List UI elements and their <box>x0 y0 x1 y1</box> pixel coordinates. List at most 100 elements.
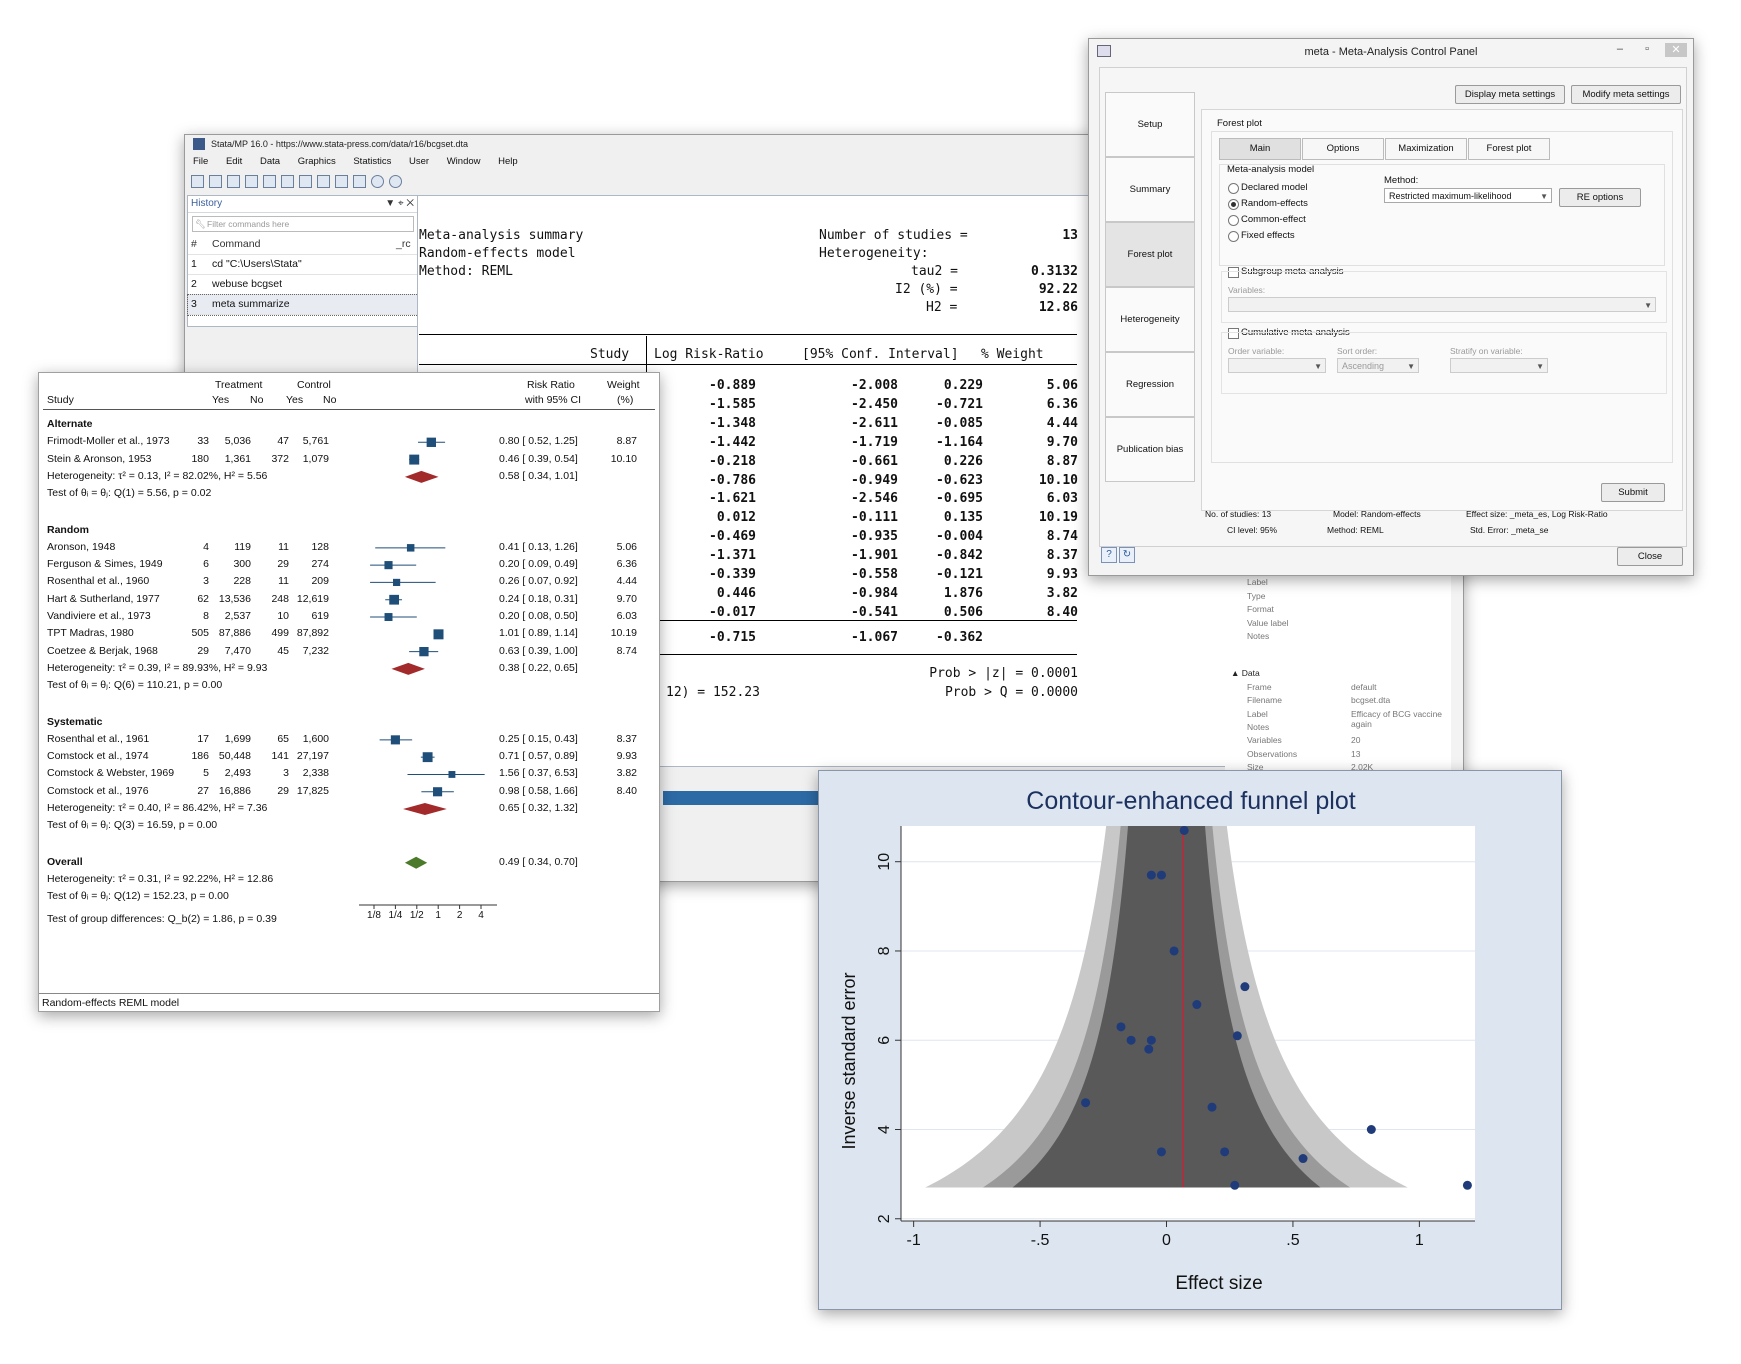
help-icon[interactable]: ? <box>1101 547 1117 563</box>
treatment-no: 7,470 <box>224 644 251 657</box>
graph-icon[interactable] <box>281 174 294 188</box>
data-point <box>1126 1035 1136 1045</box>
nav-forest-plot[interactable]: Forest plot <box>1105 222 1195 287</box>
result-cell: -0.661 <box>851 453 898 469</box>
menu-help[interactable]: Help <box>498 156 518 167</box>
sort-select[interactable]: Ascending ▼ <box>1337 358 1419 373</box>
study-marker <box>433 629 444 640</box>
menu-data[interactable]: Data <box>260 156 280 167</box>
tab-main[interactable]: Main <box>1219 138 1301 160</box>
nav-setup[interactable]: Setup <box>1105 92 1195 157</box>
group-label: Alternate <box>47 418 93 430</box>
order-select[interactable]: ▼ <box>1228 358 1326 373</box>
nav-regression[interactable]: Regression <box>1105 352 1195 417</box>
study-name: Ferguson & Simes, 1949 <box>47 558 163 571</box>
print-icon[interactable] <box>227 174 240 188</box>
x-tick-label: .5 <box>1286 1232 1299 1249</box>
display-meta-settings-button[interactable]: Display meta settings <box>1455 85 1565 104</box>
data-point <box>1240 982 1250 992</box>
x-tick-label: 2 <box>456 910 463 921</box>
variables-select[interactable]: ▼ <box>1228 297 1656 312</box>
study-name: Frimodt-Moller et al., 1973 <box>47 435 170 448</box>
pane-controls-icon[interactable]: ▼ ⌖ ✕ <box>385 196 414 212</box>
save-icon[interactable] <box>209 174 222 188</box>
section-title: Forest plot <box>1217 118 1262 129</box>
maximize-button[interactable]: ▫ <box>1645 43 1649 55</box>
submit-button[interactable]: Submit <box>1601 483 1665 502</box>
study-marker <box>426 437 436 447</box>
property-value: 20 <box>1351 735 1361 746</box>
menu-user[interactable]: User <box>409 156 429 167</box>
menu-window[interactable]: Window <box>447 156 481 167</box>
data-section-header[interactable]: ▲ Data <box>1231 668 1260 678</box>
history-row-selected[interactable]: 3 meta summarize <box>187 294 419 316</box>
scrollbar[interactable] <box>1451 575 1463 775</box>
treatment-yes: 8 <box>203 610 209 623</box>
treatment-no: 228 <box>233 575 251 588</box>
menu-file[interactable]: File <box>193 156 208 167</box>
method-select[interactable]: Restricted maximum-likelihood ▼ <box>1384 188 1552 203</box>
col-weight: % Weight <box>981 347 1044 362</box>
menu-graphics[interactable]: Graphics <box>298 156 336 167</box>
modify-meta-settings-button[interactable]: Modify meta settings <box>1571 85 1681 104</box>
variables-manager-icon[interactable] <box>353 174 366 188</box>
y-tick-label: 4 <box>876 1125 893 1134</box>
result-cell: 0.229 <box>943 378 983 393</box>
tab-forest-plot[interactable]: Forest plot <box>1468 138 1550 160</box>
result-cell: -0.004 <box>936 529 983 545</box>
data-point <box>1156 1147 1166 1157</box>
do-file-editor-icon[interactable] <box>299 174 312 188</box>
result-cell: -0.889 <box>709 378 756 393</box>
study-weight: 6.36 <box>616 558 637 571</box>
col-ci: [95% Conf. Interval] <box>802 347 959 362</box>
close-button[interactable]: Close <box>1617 547 1683 566</box>
log-icon[interactable] <box>245 174 258 188</box>
col-rc[interactable]: _rc <box>396 235 418 254</box>
risk-ratio-ci: 0.71 [ 0.57, 0.89] <box>499 750 578 763</box>
study-marker <box>384 561 393 570</box>
nav-publication-bias[interactable]: Publication bias <box>1105 417 1195 482</box>
radio-common-effect[interactable] <box>1228 215 1239 226</box>
treatment-yes: 5 <box>203 767 209 780</box>
re-options-button[interactable]: RE options <box>1559 188 1641 207</box>
stratify-select[interactable]: ▼ <box>1450 358 1548 373</box>
history-filter-input[interactable]: 🔧︎ Filter commands here ! <box>192 216 429 232</box>
col-command[interactable]: Command <box>209 235 396 254</box>
result-cell: -0.541 <box>851 604 898 620</box>
result-cell: 8.40 <box>1046 604 1078 620</box>
tab-options[interactable]: Options <box>1302 138 1384 160</box>
data-browser-icon[interactable] <box>335 174 348 188</box>
radio-random-effects[interactable] <box>1228 199 1239 210</box>
study-weight: 8.74 <box>616 644 637 657</box>
radio-declared-model[interactable] <box>1228 183 1239 194</box>
tau2-value: 0.3132 <box>1031 264 1078 279</box>
history-row[interactable]: 1 cd "C:\Users\Stata" <box>188 255 418 275</box>
nav-summary[interactable]: Summary <box>1105 157 1195 222</box>
control-yes: 10 <box>277 610 289 623</box>
data-editor-icon[interactable] <box>317 174 330 188</box>
tab-maximization[interactable]: Maximization <box>1385 138 1467 160</box>
study-weight: 6.03 <box>616 610 637 623</box>
menu-statistics[interactable]: Statistics <box>353 156 391 167</box>
nav-heterogeneity[interactable]: Heterogeneity <box>1105 287 1195 352</box>
reset-icon[interactable]: ↻ <box>1119 547 1135 563</box>
property-key: Frame <box>1247 682 1272 692</box>
more-icon[interactable] <box>371 174 384 188</box>
open-icon[interactable] <box>191 174 204 188</box>
control-yes: 499 <box>271 627 289 640</box>
study-weight: 10.10 <box>610 452 637 465</box>
subgroup-diamond <box>404 470 439 483</box>
close-window-button[interactable]: ✕ <box>1665 43 1687 57</box>
menu-edit[interactable]: Edit <box>226 156 242 167</box>
result-cell: -1.348 <box>709 415 756 431</box>
risk-ratio-ci: 1.56 [ 0.37, 6.53] <box>499 767 578 780</box>
viewer-icon[interactable] <box>263 174 276 188</box>
history-row[interactable]: 2 webuse bcgset <box>188 275 418 295</box>
result-cell: 8.87 <box>1046 453 1078 469</box>
wrench-icon: 🔧︎ <box>195 219 206 229</box>
control-yes: 372 <box>271 452 289 465</box>
radio-fixed-effects[interactable] <box>1228 231 1239 242</box>
summary-title: Meta-analysis summary <box>419 228 584 243</box>
break-icon[interactable] <box>389 174 402 188</box>
minimize-button[interactable]: – <box>1617 43 1623 55</box>
